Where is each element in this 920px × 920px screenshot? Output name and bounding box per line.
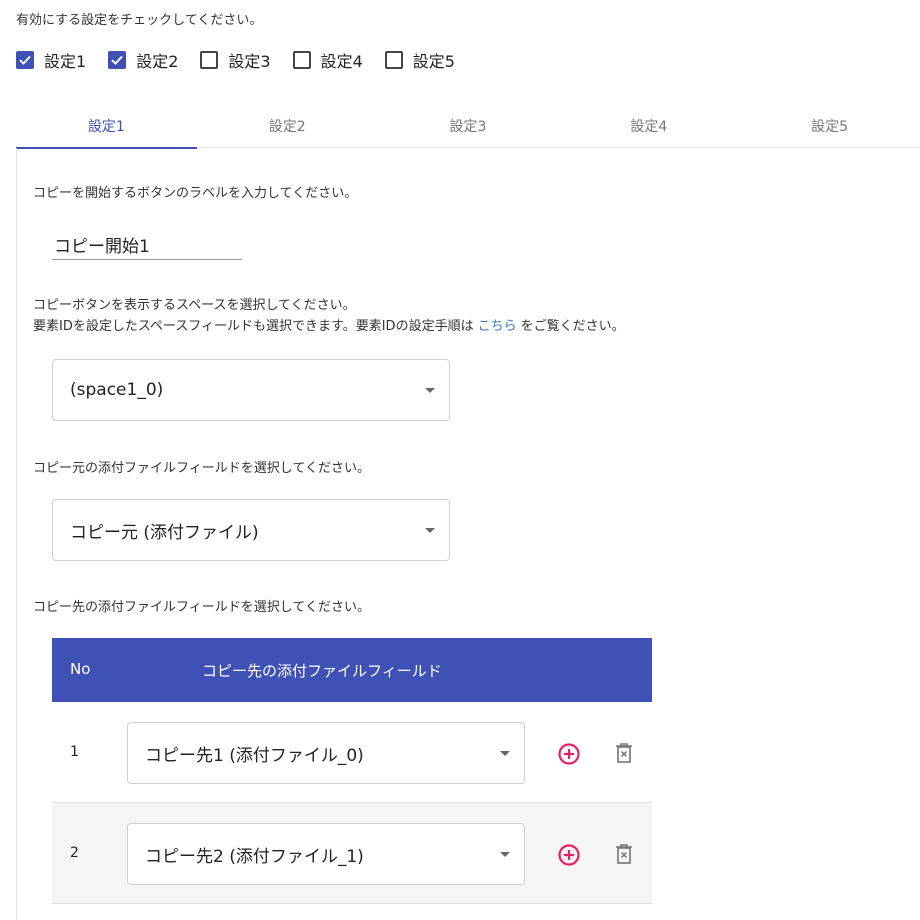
chevron-down-icon	[500, 852, 510, 857]
table-row: 1 コピー先1 (添付ファイル_0)	[52, 702, 652, 803]
header-no: No	[70, 660, 91, 678]
intro-text: 有効にする設定をチェックしてください。	[16, 13, 263, 28]
setting1-checkbox[interactable]: 設定1	[16, 48, 86, 72]
help-link[interactable]: こちら	[478, 319, 517, 334]
setting2-checkbox-label: 設定2	[136, 52, 179, 71]
space-select[interactable]: (space1_0)	[52, 359, 450, 421]
tab-setting3[interactable]: 設定3	[378, 104, 559, 148]
checkbox-checked-icon[interactable]	[16, 51, 34, 69]
checkbox-unchecked-icon[interactable]	[384, 51, 403, 69]
space-prompt-line2-after: をご覧ください。	[520, 319, 625, 334]
chevron-down-icon	[500, 751, 510, 756]
checkbox-checked-icon[interactable]	[108, 51, 127, 69]
button-label-prompt: コピーを開始するボタンのラベルを入力してください。	[33, 186, 358, 201]
row-number: 2	[70, 845, 79, 861]
dest-field-select-value: コピー先2 (添付ファイル_1)	[145, 846, 364, 867]
source-field-prompt: コピー元の添付ファイルフィールドを選択してください。	[33, 461, 370, 476]
header-dest-field: コピー先の添付ファイルフィールド	[202, 662, 442, 680]
dest-field-table: No コピー先の添付ファイルフィールド 1 コピー先1 (添付ファイル_0) 2	[52, 638, 652, 904]
chevron-down-icon	[425, 528, 435, 533]
setting1-checkbox-label: 設定1	[44, 52, 87, 71]
setting2-checkbox[interactable]: 設定2	[108, 48, 178, 72]
trash-icon[interactable]	[615, 843, 633, 865]
setting5-checkbox[interactable]: 設定5	[384, 48, 455, 72]
tab-setting2[interactable]: 設定2	[197, 104, 378, 148]
dest-field-select-value: コピー先1 (添付ファイル_0)	[145, 745, 364, 766]
settings-tab-bar: 設定1 設定2 設定3 設定4 設定5	[16, 104, 920, 149]
setting1-panel: コピーを開始するボタンのラベルを入力してください。 コピー開始1 コピーボタンを…	[16, 148, 920, 920]
tab-setting5[interactable]: 設定5	[739, 104, 920, 148]
space-prompt-line1: コピーボタンを表示するスペースを選択してください。	[33, 298, 356, 313]
source-field-select-value: コピー元 (添付ファイル)	[70, 522, 259, 543]
table-header: No コピー先の添付ファイルフィールド	[52, 638, 652, 702]
dest-field-prompt: コピー先の添付ファイルフィールドを選択してください。	[33, 600, 370, 615]
plus-circle-icon[interactable]	[557, 742, 581, 766]
tab-setting4[interactable]: 設定4	[558, 104, 739, 148]
checkbox-unchecked-icon[interactable]	[292, 51, 311, 69]
space-prompt-line2: 要素IDを設定したスペースフィールドも選択できます。要素IDの設定手順は こちらを…	[33, 316, 625, 337]
space-prompt-line2-before: 要素IDを設定したスペースフィールドも選択できます。要素IDの設定手順は	[33, 319, 474, 334]
source-field-select[interactable]: コピー元 (添付ファイル)	[52, 499, 450, 561]
chevron-down-icon	[425, 388, 435, 393]
space-select-value: (space1_0)	[70, 380, 164, 400]
setting3-checkbox[interactable]: 設定3	[200, 48, 271, 72]
setting4-checkbox-label: 設定4	[320, 52, 363, 71]
space-prompt: コピーボタンを表示するスペースを選択してください。 要素IDを設定したスペースフ…	[33, 295, 625, 337]
settings-checkbox-group: 設定1 設定2 設定3 設定4 設定5	[16, 48, 477, 72]
checkbox-unchecked-icon[interactable]	[200, 51, 219, 69]
dest-field-select[interactable]: コピー先2 (添付ファイル_1)	[127, 823, 525, 885]
setting5-checkbox-label: 設定5	[412, 52, 455, 71]
dest-field-select[interactable]: コピー先1 (添付ファイル_0)	[127, 722, 525, 784]
table-row: 2 コピー先2 (添付ファイル_1)	[52, 803, 652, 904]
row-number: 1	[70, 744, 79, 760]
trash-icon[interactable]	[615, 742, 633, 764]
setting4-checkbox[interactable]: 設定4	[292, 48, 363, 72]
tab-setting1[interactable]: 設定1	[16, 104, 197, 149]
button-label-input[interactable]: コピー開始1	[52, 228, 242, 260]
setting3-checkbox-label: 設定3	[228, 52, 271, 71]
plus-circle-icon[interactable]	[557, 843, 581, 867]
